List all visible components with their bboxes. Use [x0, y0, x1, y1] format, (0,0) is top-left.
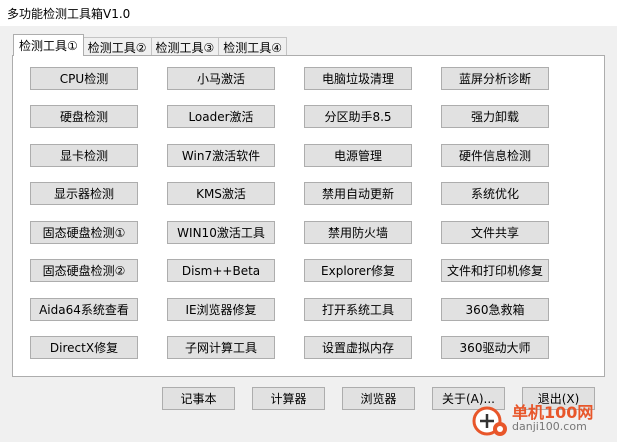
open-system-tools-button[interactable]: 打开系统工具: [304, 298, 412, 321]
bsod-analyze-button[interactable]: 蓝屏分析诊断: [441, 67, 549, 90]
tab-panel: CPU检测 小马激活 电脑垃圾清理 蓝屏分析诊断 硬盘检测 Loader激活 分…: [12, 55, 605, 377]
subnet-calc-button[interactable]: 子网计算工具: [167, 336, 275, 359]
kms-activate-button[interactable]: KMS激活: [167, 182, 275, 205]
win10-activate-button[interactable]: WIN10激活工具: [167, 221, 275, 244]
cpu-check-button[interactable]: CPU检测: [30, 67, 138, 90]
disable-firewall-button[interactable]: 禁用防火墙: [304, 221, 412, 244]
window-title: 多功能检测工具箱V1.0: [7, 6, 131, 21]
tab-tools-3[interactable]: 检测工具③: [150, 37, 220, 56]
title-bar: 多功能检测工具箱V1.0: [0, 0, 617, 26]
tab-tools-4[interactable]: 检测工具④: [218, 37, 288, 56]
loader-activate-button[interactable]: Loader激活: [167, 105, 275, 128]
dism-button[interactable]: Dism++Beta: [167, 259, 275, 282]
tab-tools-2[interactable]: 检测工具②: [82, 37, 152, 56]
tab-tools-1[interactable]: 检测工具①: [13, 34, 84, 56]
system-optimize-button[interactable]: 系统优化: [441, 182, 549, 205]
watermark: 单机100网 danji100.com: [470, 395, 617, 442]
tab-strip: 检测工具① 检测工具② 检测工具③ 检测工具④: [13, 34, 288, 56]
power-manage-button[interactable]: 电源管理: [304, 144, 412, 167]
notepad-button[interactable]: 记事本: [162, 387, 235, 410]
file-share-button[interactable]: 文件共享: [441, 221, 549, 244]
360-rescue-button[interactable]: 360急救箱: [441, 298, 549, 321]
calculator-button[interactable]: 计算器: [252, 387, 325, 410]
monitor-check-button[interactable]: 显示器检测: [30, 182, 138, 205]
360-driver-button[interactable]: 360驱动大师: [441, 336, 549, 359]
file-printer-repair-button[interactable]: 文件和打印机修复: [441, 259, 549, 282]
plus-circle-icon: [470, 399, 510, 439]
ssd-check-2-button[interactable]: 固态硬盘检测②: [30, 259, 138, 282]
explorer-repair-button[interactable]: Explorer修复: [304, 259, 412, 282]
virtual-memory-button[interactable]: 设置虚拟内存: [304, 336, 412, 359]
hardware-info-button[interactable]: 硬件信息检测: [441, 144, 549, 167]
junk-clean-button[interactable]: 电脑垃圾清理: [304, 67, 412, 90]
watermark-url: danji100.com: [512, 420, 587, 434]
aida64-button[interactable]: Aida64系统查看: [30, 298, 138, 321]
ie-repair-button[interactable]: IE浏览器修复: [167, 298, 275, 321]
gpu-check-button[interactable]: 显卡检测: [30, 144, 138, 167]
ssd-check-1-button[interactable]: 固态硬盘检测①: [30, 221, 138, 244]
disable-update-button[interactable]: 禁用自动更新: [304, 182, 412, 205]
disk-check-button[interactable]: 硬盘检测: [30, 105, 138, 128]
force-uninstall-button[interactable]: 强力卸载: [441, 105, 549, 128]
partition-assistant-button[interactable]: 分区助手8.5: [304, 105, 412, 128]
browser-button[interactable]: 浏览器: [342, 387, 415, 410]
win7-activate-button[interactable]: Win7激活软件: [167, 144, 275, 167]
directx-repair-button[interactable]: DirectX修复: [30, 336, 138, 359]
xiaoma-activate-button[interactable]: 小马激活: [167, 67, 275, 90]
watermark-title: 单机100网: [512, 402, 594, 422]
